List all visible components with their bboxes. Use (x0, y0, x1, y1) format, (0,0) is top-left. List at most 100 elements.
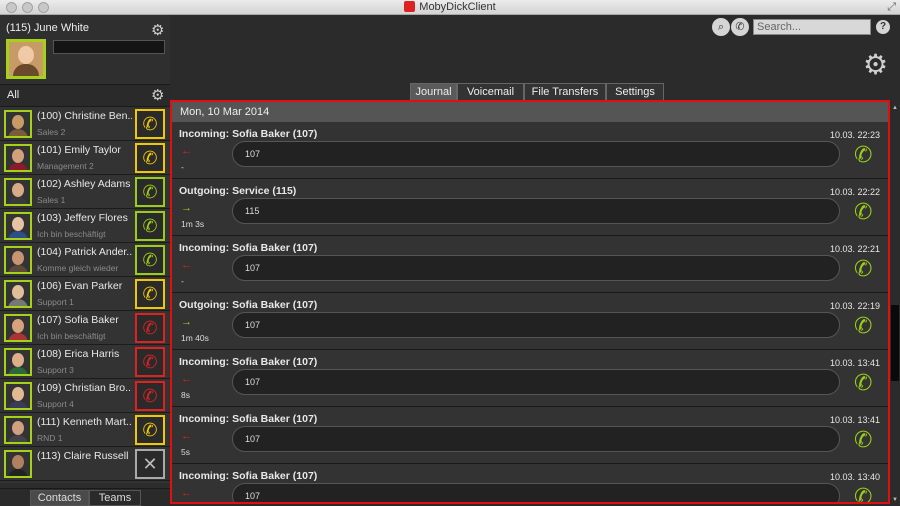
contact-row[interactable]: (102) Ashley Adams Sales 1 ✆ (0, 175, 170, 209)
contact-row[interactable]: (113) Claire Russell ✕ (0, 447, 170, 481)
contact-avatar (4, 348, 32, 376)
journal-entries: Incoming: Sofia Baker (107) 10.03. 22:23 ←… (172, 122, 888, 502)
contact-row[interactable]: (104) Patrick Ander... Komme gleich wiede… (0, 243, 170, 277)
call-back-phone-icon[interactable]: ✆ (854, 256, 872, 282)
call-back-phone-icon[interactable]: ✆ (854, 484, 872, 502)
call-number-field[interactable]: 107 (232, 255, 840, 281)
group-label[interactable]: All (7, 89, 19, 101)
phone-icon: ✆ (142, 317, 158, 338)
contact-row[interactable]: (103) Jeffery Flores Ich bin beschäftigt ✆ (0, 209, 170, 243)
call-duration: - (181, 162, 184, 172)
call-title: Incoming: Sofia Baker (107) (179, 128, 318, 140)
journal-scrollbar[interactable]: ▲ ▼ (891, 105, 899, 503)
scroll-up-icon[interactable]: ▲ (891, 105, 899, 111)
tab-voicemail[interactable]: Voicemail (457, 83, 524, 101)
call-back-phone-icon[interactable]: ✆ (854, 313, 872, 339)
call-number-field[interactable]: 107 (232, 483, 840, 502)
contact-row[interactable]: (108) Erica Harris Support 3 ✆ (0, 345, 170, 379)
contact-name: (106) Evan Parker (37, 280, 123, 292)
contact-call-button[interactable]: ✆ (135, 245, 165, 275)
contact-call-button[interactable]: ✆ (135, 109, 165, 139)
contact-row[interactable]: (107) Sofia Baker Ich bin beschäftigt ✆ (0, 311, 170, 345)
search-icon[interactable]: ⌕ (712, 18, 730, 36)
call-back-phone-icon[interactable]: ✆ (854, 199, 872, 225)
bottom-tabs: Contacts Teams (0, 488, 170, 506)
contact-status: Management 2 (37, 161, 94, 171)
contact-name: (108) Erica Harris (37, 348, 120, 360)
contact-status: Komme gleich wieder (37, 263, 119, 273)
call-direction-icon: ← (181, 487, 192, 499)
tab-journal[interactable]: Journal (410, 83, 457, 101)
scroll-thumb[interactable] (891, 305, 899, 381)
contact-call-button[interactable]: ✆ (135, 279, 165, 309)
my-avatar[interactable] (6, 39, 46, 79)
phone-icon: ✆ (142, 113, 158, 134)
journal-list: Mon, 10 Mar 2014 Incoming: Sofia Baker (… (170, 100, 890, 504)
contact-status: Support 1 (37, 297, 74, 307)
call-back-phone-icon[interactable]: ✆ (854, 427, 872, 453)
window-title: MobyDickClient (0, 1, 900, 13)
contact-call-button[interactable]: ✆ (135, 415, 165, 445)
call-duration: - (181, 276, 184, 286)
settings-gear-icon[interactable]: ⚙ (863, 48, 888, 81)
phone-icon: ✆ (142, 283, 158, 304)
contact-list: (100) Christine Ben... Sales 2 ✆ (101) Emil… (0, 107, 170, 483)
contact-call-button[interactable]: ✆ (135, 177, 165, 207)
window-titlebar: MobyDickClient ⤢ (0, 0, 900, 15)
contact-row[interactable]: (100) Christine Ben... Sales 2 ✆ (0, 107, 170, 141)
tab-contacts[interactable]: Contacts (30, 490, 89, 506)
contact-call-button[interactable]: ✆ (135, 143, 165, 173)
journal-entry[interactable]: Incoming: Sofia Baker (107) 10.03. 13:41 ←… (172, 407, 888, 464)
call-duration: 1m 3s (181, 219, 205, 229)
contact-call-button[interactable]: ✕ (135, 449, 165, 479)
contact-row[interactable]: (101) Emily Taylor Management 2 ✆ (0, 141, 170, 175)
profile-settings-gear-icon[interactable]: ⚙ (151, 23, 164, 38)
contact-call-button[interactable]: ✆ (135, 381, 165, 411)
tab-teams[interactable]: Teams (89, 490, 141, 506)
call-number-field[interactable]: 107 (232, 141, 840, 167)
contact-status: RND 1 (37, 433, 63, 443)
contact-name: (101) Emily Taylor (37, 144, 121, 156)
contact-call-button[interactable]: ✆ (135, 211, 165, 241)
phone-icon: ✆ (142, 181, 158, 202)
call-number-field[interactable]: 115 (232, 198, 840, 224)
call-back-phone-icon[interactable]: ✆ (854, 370, 872, 396)
journal-entry[interactable]: Outgoing: Service (115) 10.03. 22:22 → 1m 3… (172, 179, 888, 236)
phone-icon: ✆ (142, 419, 158, 440)
my-name: (115) June White (6, 22, 89, 34)
call-title: Outgoing: Sofia Baker (107) (179, 299, 318, 311)
call-number-field[interactable]: 107 (232, 312, 840, 338)
contact-row[interactable]: (106) Evan Parker Support 1 ✆ (0, 277, 170, 311)
my-status-input[interactable] (53, 40, 165, 54)
call-number-field[interactable]: 107 (232, 426, 840, 452)
journal-entry[interactable]: Incoming: Sofia Baker (107) 10.03. 13:40 ←… (172, 464, 888, 502)
fullscreen-icon[interactable]: ⤢ (887, 1, 896, 14)
call-time: 10.03. 13:41 (829, 415, 880, 425)
phone-icon: ✆ (142, 385, 158, 406)
contact-call-button[interactable]: ✆ (135, 313, 165, 343)
contact-row[interactable]: (109) Christian Bro... Support 4 ✆ (0, 379, 170, 413)
contact-call-button[interactable]: ✆ (135, 347, 165, 377)
dial-phone-icon[interactable]: ✆ (731, 18, 749, 36)
call-duration: 5s (181, 447, 190, 457)
call-back-phone-icon[interactable]: ✆ (854, 142, 872, 168)
search-input[interactable]: Search... (753, 19, 871, 35)
journal-entry[interactable]: Incoming: Sofia Baker (107) 10.03. 22:21 ←… (172, 236, 888, 293)
scroll-down-icon[interactable]: ▼ (891, 497, 899, 503)
journal-entry[interactable]: Incoming: Sofia Baker (107) 10.03. 13:41 ←… (172, 350, 888, 407)
contact-row[interactable]: (111) Kenneth Mart... RND 1 ✆ (0, 413, 170, 447)
call-title: Incoming: Sofia Baker (107) (179, 413, 318, 425)
tab-file-transfers[interactable]: File Transfers (524, 83, 606, 101)
contact-avatar (4, 110, 32, 138)
help-icon[interactable]: ? (876, 20, 890, 34)
phone-icon: ✆ (142, 215, 158, 236)
contact-row[interactable]: (113) Claire Russell✆ (0, 481, 170, 483)
group-settings-gear-icon[interactable]: ⚙ (151, 88, 164, 103)
journal-entry[interactable]: Outgoing: Sofia Baker (107) 10.03. 22:19 →… (172, 293, 888, 350)
call-direction-icon: ← (181, 145, 192, 157)
tab-settings[interactable]: Settings (606, 83, 664, 101)
phone-icon: ✆ (142, 147, 158, 168)
call-title: Incoming: Sofia Baker (107) (179, 470, 318, 482)
call-number-field[interactable]: 107 (232, 369, 840, 395)
journal-entry[interactable]: Incoming: Sofia Baker (107) 10.03. 22:23 ←… (172, 122, 888, 179)
